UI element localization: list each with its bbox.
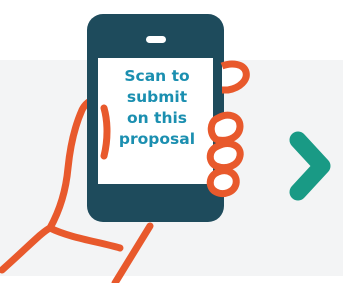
- scan-prompt-line-3: on this: [126, 109, 188, 127]
- scan-prompt-line-1: Scan to: [124, 67, 190, 85]
- scan-prompt-line-2: submit: [126, 88, 188, 106]
- scan-to-submit-illustration: Scan to submit on this proposal: [0, 0, 343, 283]
- phone-earpiece: [146, 36, 166, 43]
- scan-prompt: Scan to submit on this proposal: [104, 66, 210, 150]
- scan-prompt-line-4: proposal: [118, 130, 196, 148]
- chevron-right-icon: [289, 131, 331, 201]
